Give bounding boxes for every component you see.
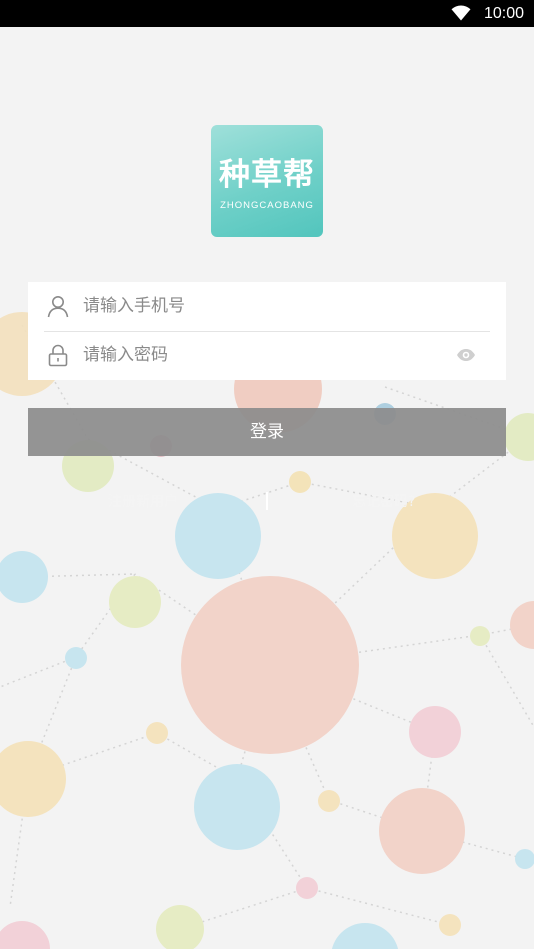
login-form — [28, 282, 506, 380]
status-time: 10:00 — [483, 5, 524, 22]
phone-input[interactable] — [83, 292, 443, 320]
logo-title: 种草帮 — [219, 157, 315, 193]
password-field — [28, 331, 506, 380]
app-logo: 种草帮 ZHONGCAOBANG — [211, 125, 323, 237]
status-bar: 10:00 — [0, 0, 534, 27]
lock-icon — [48, 344, 68, 367]
password-input[interactable] — [83, 341, 443, 369]
wifi-icon — [451, 5, 471, 21]
phone-field — [28, 282, 506, 331]
forgot-password-link[interactable]: 忘记密码? — [352, 493, 415, 511]
register-link[interactable]: 注册新用户 — [108, 493, 178, 511]
link-separator — [266, 492, 268, 510]
user-icon — [47, 296, 69, 318]
login-button[interactable]: 登录 — [28, 408, 506, 456]
eye-icon[interactable] — [456, 347, 476, 363]
logo-subtitle: ZHONGCAOBANG — [220, 200, 314, 211]
